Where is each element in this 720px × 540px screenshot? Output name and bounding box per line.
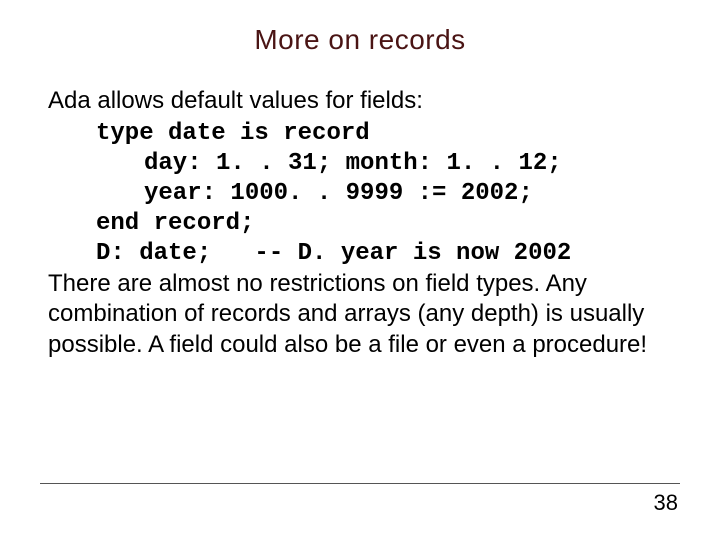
divider <box>40 483 680 484</box>
closing-paragraph: There are almost no restrictions on fiel… <box>48 269 680 361</box>
code-line-5: D: date; -- D. year is now 2002 <box>48 239 680 269</box>
slide: More on records Ada allows default value… <box>0 0 720 540</box>
code-line-4: end record; <box>48 209 680 239</box>
page-number: 38 <box>654 490 678 516</box>
intro-paragraph: Ada allows default values for fields: <box>48 86 680 117</box>
code-line-1: type date is record <box>48 119 680 149</box>
slide-body: Ada allows default values for fields: ty… <box>48 86 680 363</box>
slide-title: More on records <box>0 24 720 56</box>
code-line-3: year: 1000. . 9999 := 2002; <box>48 179 680 209</box>
code-line-2: day: 1. . 31; month: 1. . 12; <box>48 149 680 179</box>
